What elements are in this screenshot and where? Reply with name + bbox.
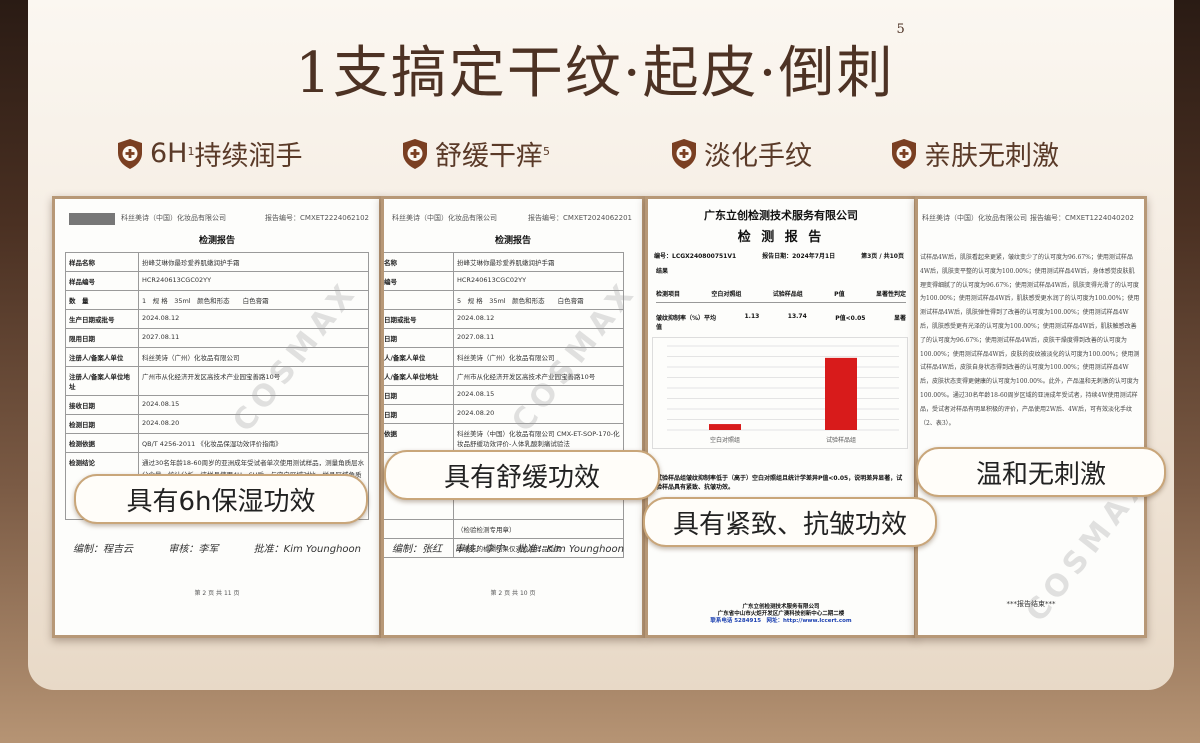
page-number: 第 2 页 共 11 页 (194, 590, 240, 597)
table-row: 样品名称 扮峰艾琳你最珍爱养肌嫩润护手霜 (65, 252, 369, 272)
category-label: 试验样品组 (826, 436, 856, 444)
report-document-1: 科丝美诗（中国）化妆品有限公司 报告编号：CMXET2224062102 检测报告… (52, 196, 382, 638)
table-key: 日期 (384, 385, 454, 405)
table-value: 扮峰艾琳你最珍爱养肌嫩润护手霜 (453, 252, 624, 272)
table-key: 限用日期 (65, 328, 139, 348)
table-key: 人/备案人单位 (384, 347, 454, 367)
signature-row: 编制：程吉云 审核：李军 批准：Kim Younghoon (73, 544, 361, 555)
table-row: 人/备案人单位地址 广州市从化经济开发区高技术产业园宝善路10号 (384, 366, 624, 386)
report-header-left: 科丝美诗（中国）化妆品有限公司 (121, 214, 226, 222)
table-row: 日期 2024.08.20 (384, 404, 624, 424)
lab-footer: 广东立创检测技术服务有限公司 广东省中山市火炬开发区广澳科技创新中心二期二楼 联系电… (710, 604, 852, 624)
table-value: 扮峰艾琳你最珍爱养肌嫩润护手霜 (138, 252, 369, 272)
table-value: 科丝美诗（广州）化妆品有限公司 (138, 347, 369, 367)
table-key: 名称 (384, 252, 454, 272)
report-number: 编号：LCGX240800751V1 (654, 253, 737, 260)
section-heading: 结果 (656, 268, 669, 275)
table-key: 日期 (384, 404, 454, 424)
claim-bubble-firming: 具有紧致、抗皱功效 (643, 497, 937, 547)
claim-bubble-soothing: 具有舒缓功效 (384, 450, 660, 500)
page-number: 第3页 / 共10页 (861, 253, 904, 260)
report-header-left: 科丝美诗（中国）化妆品有限公司 (392, 214, 497, 222)
table-key: 检测依据 (65, 433, 139, 453)
signature-row: 编制：张红 审核：李宁 批准：Kim Younghoon (392, 544, 624, 555)
shield-plus-icon (403, 138, 427, 169)
table-key: 注册人/备案人单位地址 (65, 366, 139, 396)
table-key: 生产日期或批号 (65, 309, 139, 329)
report-number: 报告编号：CMXET1224040202 (1030, 214, 1134, 222)
shield-plus-icon (672, 138, 696, 169)
shield-plus-icon (118, 138, 142, 169)
table-value: （检验检测专用章） (453, 519, 624, 539)
bar-chart: 空白对照组 试验样品组 (667, 345, 899, 444)
table-row: 样品编号 HCR240613CGC02YY (65, 271, 369, 291)
lab-name: 广东立创检测技术服务有限公司 (704, 209, 858, 222)
report-document-3: 广东立创检测技术服务有限公司 检 测 报 告 编号：LCGX240800751V… (645, 196, 917, 638)
feature-gentle: 亲肤无刺激 (890, 134, 1059, 173)
category-label: 空白对照组 (710, 436, 740, 444)
table-key: 日期或批号 (384, 309, 454, 329)
report-number: 报告编号：CMXET2024062201 (528, 214, 632, 222)
table-row: 注册人/备案人单位地址 广州市从化经济开发区高技术产业园宝善路10号 (65, 366, 369, 396)
report-title: 检 测 报 告 (737, 230, 825, 245)
table-key: 样品编号 (65, 271, 139, 291)
result-table-row: 皱纹抑制率（%）平均值 1.13 13.74 P值<0.05 显著 (656, 313, 906, 338)
table-key: 接收日期 (65, 395, 139, 415)
content-card: 1支搞定干纹·起皮·倒刺5 6H 1 持续润手 舒缓干痒 5 淡化手纹 亲肤无刺激 科… (28, 0, 1174, 690)
table-key: 人/备案人单位地址 (384, 366, 454, 386)
table-row: 检测日期 2024.08.20 (65, 414, 369, 434)
table-key: 数 量 (65, 290, 139, 310)
table-key: 编号 (384, 271, 454, 291)
feature-moisturizing: 6H 1 持续润手 (116, 134, 302, 173)
shield-plus-icon (892, 138, 916, 169)
feature-soothing: 舒缓干痒 5 (401, 134, 550, 173)
bar (825, 357, 857, 430)
claim-bubble-gentle: 温和无刺激 (916, 447, 1166, 497)
table-key: 样品名称 (65, 252, 139, 272)
report-document-2: 科丝美诗（中国）化妆品有限公司 报告编号：CMXET2024062201 检测报告… (381, 196, 645, 638)
report-document-4: 科丝美诗（中国）化妆品有限公司 报告编号：CMXET1224040202 试样品4… (915, 196, 1147, 638)
feature-fade-lines: 淡化手纹 (670, 134, 812, 173)
table-key: 日期 (384, 328, 454, 348)
table-key (384, 519, 454, 539)
report-title: 检测报告 (198, 236, 235, 246)
claim-bubble-moisturizing: 具有6h保湿功效 (74, 474, 368, 524)
table-row: 接收日期 2024.08.15 (65, 395, 369, 415)
report-number: 报告编号：CMXET2224062102 (265, 214, 369, 222)
page-number: 第 2 页 共 10 页 (490, 590, 536, 597)
report-table: 名称 扮峰艾琳你最珍爱养肌嫩润护手霜 编号 HCR240613CGC02YY 5 规 格… (384, 252, 624, 558)
table-row: 检测依据 QB/T 4256-2011 《化妆品保湿功效评价指南》 (65, 433, 369, 453)
table-value: HCR240613CGC02YY (453, 271, 624, 291)
redaction-block (69, 213, 115, 225)
report-title: 检测报告 (494, 236, 531, 246)
result-table-header: 检测项目 空白对照组 试验样品组 P值 显著性判定 (656, 289, 906, 303)
wrinkle-chart: 空白对照组 试验样品组 (652, 337, 908, 449)
bar (709, 424, 741, 430)
report-date: 报告日期：2024年7月1日 (762, 253, 836, 260)
report-header-left: 科丝美诗（中国）化妆品有限公司 (922, 214, 1027, 222)
table-row: 依据 科丝美诗（中国）化妆品有限公司 CMX-ET-SOP-170-化妆品舒缓功效… (384, 423, 624, 453)
page-title: 1支搞定干纹·起皮·倒刺5 (295, 22, 907, 106)
report-body-text: 试样品4W后，肌肤看起来更紧，皱纹变少了的认可度为96.67%；使用测试样品4W… (920, 254, 1140, 427)
table-key: 检测日期 (65, 414, 139, 434)
table-row: 注册人/备案人单位 科丝美诗（广州）化妆品有限公司 (65, 347, 369, 367)
table-row: 编号 HCR240613CGC02YY (384, 271, 624, 291)
table-key: 依据 (384, 423, 454, 453)
conclusion-note: 试验样品组皱纹抑制率低于（高于）空白对照组且统计学差异P值<0.05，说明差异显… (656, 475, 903, 491)
table-key (384, 290, 454, 310)
table-row: （检验检测专用章） (384, 519, 624, 539)
table-row: 日期 2024.08.15 (384, 385, 624, 405)
table-row: 5 规 格 35ml 颜色和形态 白色膏霜 (384, 290, 624, 310)
table-key: 注册人/备案人单位 (65, 347, 139, 367)
table-row: 名称 扮峰艾琳你最珍爱养肌嫩润护手霜 (384, 252, 624, 272)
